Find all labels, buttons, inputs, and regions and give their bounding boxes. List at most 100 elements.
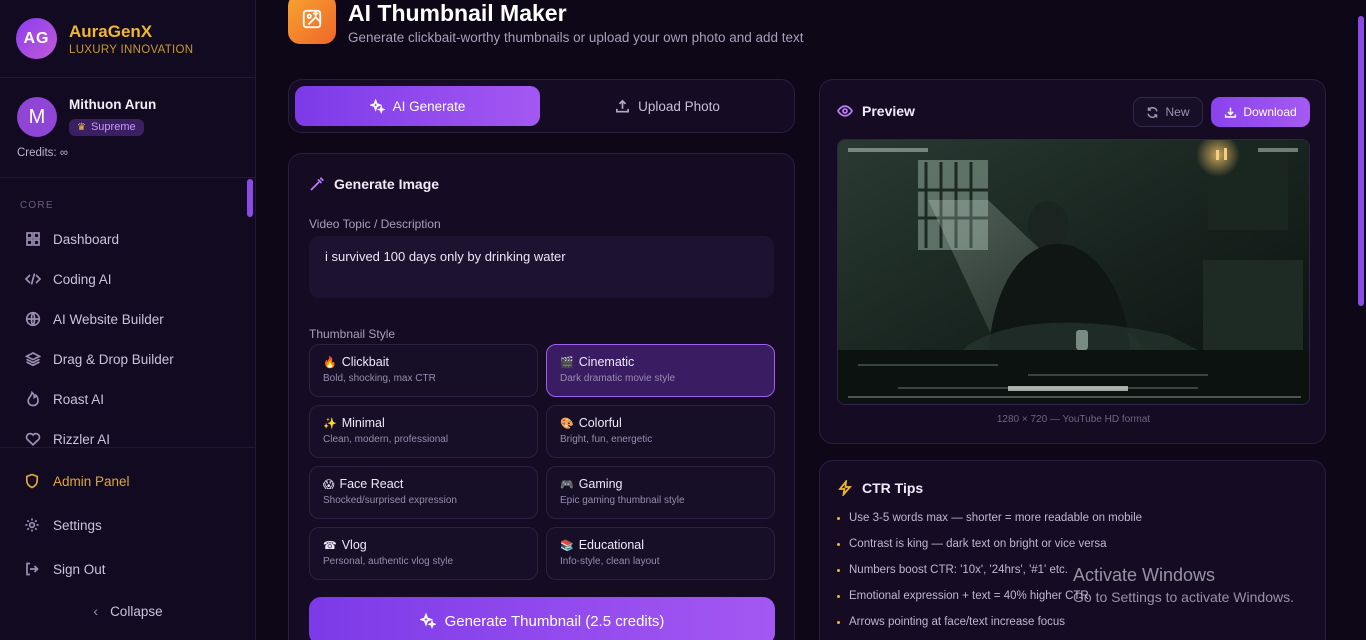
tier-label: Supreme — [90, 121, 136, 133]
collapse-button[interactable]: ‹ Collapse — [0, 591, 256, 631]
page-subtitle: Generate clickbait-worthy thumbnails or … — [348, 30, 804, 45]
windows-activation-watermark: Activate Windows Go to Settings to activ… — [1073, 565, 1294, 605]
preview-title: Preview — [837, 103, 915, 119]
topic-input[interactable]: i survived 100 days only by drinking wat… — [309, 236, 774, 298]
image-plus-icon — [288, 0, 336, 44]
download-icon — [1225, 107, 1237, 118]
bullet — [837, 516, 840, 520]
brand-logo: AG — [16, 18, 57, 59]
nav-item-drag-drop[interactable]: Drag & Drop Builder — [0, 339, 256, 379]
tip-item: Arrows pointing at face/text increase fo… — [837, 616, 1065, 628]
style-option-cinematic[interactable]: 🎬 Cinematic Dark dramatic movie style — [546, 344, 775, 397]
page-scrollbar[interactable] — [1356, 0, 1366, 640]
gamepad-icon: 🎮 — [560, 478, 574, 491]
nav-label: Dashboard — [53, 231, 120, 247]
generate-thumbnail-button[interactable]: Generate Thumbnail (2.5 credits) — [309, 597, 775, 640]
style-option-educational[interactable]: 📚 Educational Info-style, clean layout — [546, 527, 775, 580]
code-icon — [24, 270, 42, 288]
shocked-face-icon: 😱 — [323, 478, 335, 491]
nav-label: Drag & Drop Builder — [53, 351, 174, 367]
fire-icon: 🔥 — [323, 356, 337, 369]
tip-item: Use 3-5 words max — shorter = more reada… — [837, 512, 1142, 524]
page-title: AI Thumbnail Maker — [348, 0, 567, 26]
thumbnail-preview-image — [837, 139, 1310, 405]
settings-link[interactable]: Settings — [0, 503, 256, 547]
cinematic-scene-image — [838, 140, 1309, 404]
style-option-vlog[interactable]: ☎ Vlog Personal, authentic vlog style — [309, 527, 538, 580]
clapperboard-icon: 🎬 — [560, 356, 574, 369]
thumbnail-format-caption: 1280 × 720 — YouTube HD format — [996, 414, 1151, 425]
bullet — [837, 594, 840, 598]
flame-icon — [24, 390, 42, 408]
admin-panel-label: Admin Panel — [53, 473, 130, 489]
credits-display: Credits: ∞ — [17, 147, 69, 159]
nav-item-dashboard[interactable]: Dashboard — [0, 219, 256, 259]
brand-name: AuraGenX — [69, 21, 153, 41]
mode-tabs: AI Generate Upload Photo — [288, 79, 795, 133]
nav-label: Rizzler AI — [53, 431, 111, 447]
shield-icon — [24, 473, 42, 489]
nav-item-website-builder[interactable]: AI Website Builder — [0, 299, 256, 339]
sidebar-scrollbar[interactable] — [247, 179, 253, 217]
ctr-tips-card: CTR Tips Use 3-5 words max — shorter = m… — [819, 460, 1326, 640]
tab-upload-photo[interactable]: Upload Photo — [545, 86, 790, 126]
style-label: Thumbnail Style — [309, 327, 396, 341]
sparkles-icon — [369, 98, 385, 114]
palette-icon: 🎨 — [560, 417, 574, 430]
brand[interactable]: AG AuraGenX LUXURY INNOVATION — [0, 0, 255, 78]
style-option-gaming[interactable]: 🎮 Gaming Epic gaming thumbnail style — [546, 466, 775, 519]
tab-label: AI Generate — [392, 98, 466, 114]
download-button[interactable]: Download — [1211, 97, 1310, 127]
chevron-left-icon: ‹ — [93, 603, 99, 619]
logout-icon — [24, 561, 42, 577]
books-icon: 📚 — [560, 539, 574, 552]
generate-card: Generate Image Video Topic / Description… — [288, 153, 795, 640]
sign-out-label: Sign Out — [53, 561, 106, 577]
style-option-face-react[interactable]: 😱 Face React Shocked/surprised expression — [309, 466, 538, 519]
brand-tagline: LUXURY INNOVATION — [69, 43, 194, 56]
nav-item-coding-ai[interactable]: Coding AI — [0, 259, 256, 299]
refresh-icon — [1147, 106, 1159, 118]
gear-icon — [24, 517, 42, 533]
tip-item: Emotional expression + text = 40% higher… — [837, 590, 1089, 602]
sparkles-icon — [419, 613, 436, 629]
user-name: Mithuon Arun — [69, 97, 157, 112]
globe-icon — [24, 310, 42, 328]
style-option-colorful[interactable]: 🎨 Colorful Bright, fun, energetic — [546, 405, 775, 458]
eye-icon — [837, 105, 853, 117]
bullet — [837, 620, 840, 624]
style-option-clickbait[interactable]: 🔥 Clickbait Bold, shocking, max CTR — [309, 344, 538, 397]
generate-card-title: Generate Image — [309, 176, 439, 192]
tier-badge: ♛ Supreme — [69, 119, 144, 136]
nav-core: CORE Dashboard Coding AI AI Website Buil… — [0, 200, 256, 459]
tip-item: Numbers boost CTR: '10x', '24hrs', '#1' … — [837, 564, 1068, 576]
nav-label: Roast AI — [53, 391, 105, 407]
nav-heading: CORE — [20, 200, 54, 211]
tab-label: Upload Photo — [638, 98, 720, 114]
page-scrollbar-thumb[interactable] — [1358, 16, 1364, 306]
nav-label: Coding AI — [53, 271, 112, 287]
watermark-line-1: Activate Windows — [1073, 565, 1216, 585]
admin-panel-link[interactable]: Admin Panel — [0, 459, 256, 503]
sidebar-bottom: Admin Panel Settings Sign Out ‹ Collapse — [0, 447, 256, 631]
grid-icon — [24, 230, 42, 248]
generate-button-label: Generate Thumbnail (2.5 credits) — [444, 612, 665, 630]
crown-icon: ♛ — [77, 121, 86, 133]
bullet — [837, 542, 840, 546]
upload-icon — [616, 99, 630, 112]
nav-item-roast-ai[interactable]: Roast AI — [0, 379, 256, 419]
new-button[interactable]: New — [1133, 97, 1203, 127]
settings-label: Settings — [53, 517, 102, 533]
user-profile: M Mithuon Arun ♛ Supreme Credits: ∞ — [0, 78, 255, 178]
style-option-minimal[interactable]: ✨ Minimal Clean, modern, professional — [309, 405, 538, 458]
nav-label: AI Website Builder — [53, 311, 164, 327]
sign-out-link[interactable]: Sign Out — [0, 547, 256, 591]
sparkle-icon: ✨ — [323, 417, 337, 430]
sidebar: AG AuraGenX LUXURY INNOVATION M Mithuon … — [0, 0, 256, 640]
avatar[interactable]: M — [17, 97, 57, 137]
phone-icon: ☎ — [323, 539, 337, 552]
tab-ai-generate[interactable]: AI Generate — [295, 86, 540, 126]
bullet — [837, 568, 840, 572]
lightning-icon — [838, 480, 852, 496]
watermark-line-2: Go to Settings to activate Windows. — [1073, 589, 1294, 605]
